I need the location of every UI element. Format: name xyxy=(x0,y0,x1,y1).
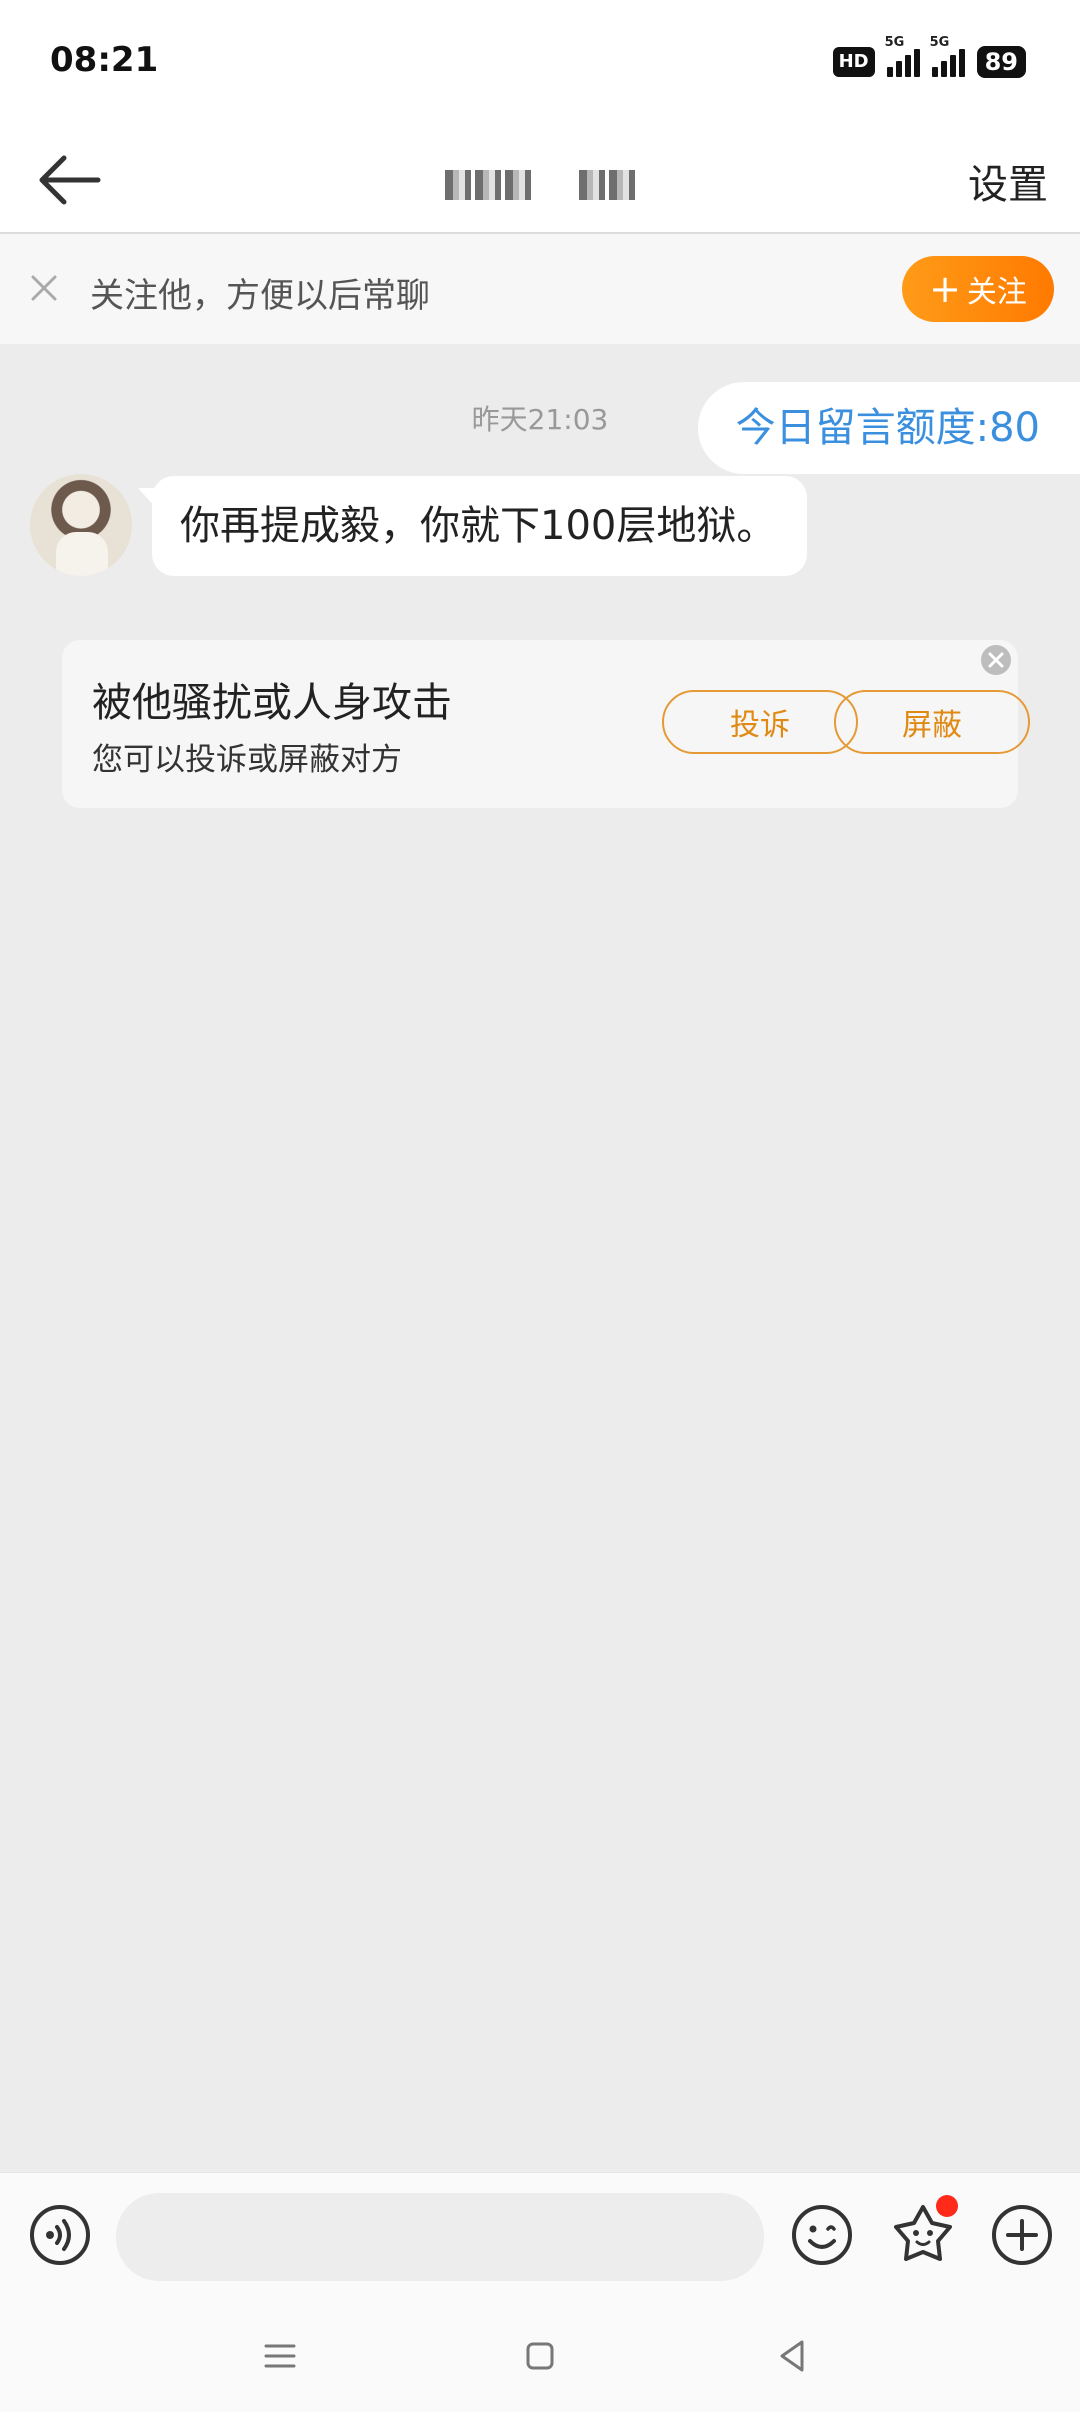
block-button[interactable]: 屏蔽 xyxy=(834,690,1030,754)
chat-page: 08:21 HD 5G 5G 89 设置 关注他，方便以后常聊 + 关注 昨天2… xyxy=(0,0,1080,2412)
message-input[interactable] xyxy=(116,2193,764,2281)
back-button[interactable] xyxy=(30,148,110,212)
plus-icon: + xyxy=(929,267,961,311)
voice-icon[interactable] xyxy=(28,2203,92,2267)
status-bar: 08:21 HD 5G 5G 89 xyxy=(0,0,1080,124)
notification-dot xyxy=(936,2195,958,2217)
follow-button-label: 关注 xyxy=(966,275,1027,310)
follow-banner: 关注他，方便以后常聊 + 关注 xyxy=(0,234,1080,344)
signal-label: 5G xyxy=(929,35,950,50)
harassment-card: 被他骚扰或人身攻击 您可以投诉或屏蔽对方 投诉 屏蔽 xyxy=(62,640,1030,808)
quota-badge: 今日留言额度:80 xyxy=(697,382,1080,474)
arrow-left-icon xyxy=(39,155,101,205)
emoji-icon[interactable] xyxy=(790,2203,854,2267)
hd-icon: HD xyxy=(832,47,875,77)
page-title xyxy=(340,160,740,206)
follow-prompt-text: 关注他，方便以后常聊 xyxy=(90,276,430,316)
close-icon[interactable] xyxy=(978,642,1014,678)
signal-icon: 5G xyxy=(930,35,965,77)
plus-icon[interactable] xyxy=(990,2203,1054,2267)
settings-button[interactable]: 设置 xyxy=(968,152,1048,210)
report-button[interactable]: 投诉 xyxy=(662,690,858,754)
harassment-subtitle: 您可以投诉或屏蔽对方 xyxy=(92,742,402,778)
menu-icon[interactable] xyxy=(260,2336,300,2376)
follow-button[interactable]: + 关注 xyxy=(902,256,1054,322)
status-icons: HD 5G 5G 89 xyxy=(832,35,1026,82)
close-icon[interactable] xyxy=(24,268,64,308)
battery-icon: 89 xyxy=(976,46,1026,78)
home-icon[interactable] xyxy=(520,2336,560,2376)
back-triangle-icon[interactable] xyxy=(772,2336,812,2376)
input-bar xyxy=(0,2172,1080,2301)
chat-header: 设置 xyxy=(0,124,1080,234)
message-bubble[interactable]: 你再提成毅，你就下100层地狱。 xyxy=(138,476,807,576)
system-nav-bar xyxy=(0,2300,1080,2412)
avatar[interactable] xyxy=(30,474,132,576)
signal-icon: 5G xyxy=(885,35,920,77)
signal-label: 5G xyxy=(884,35,905,50)
harassment-title: 被他骚扰或人身攻击 xyxy=(92,680,452,726)
status-time: 08:21 xyxy=(50,40,159,80)
